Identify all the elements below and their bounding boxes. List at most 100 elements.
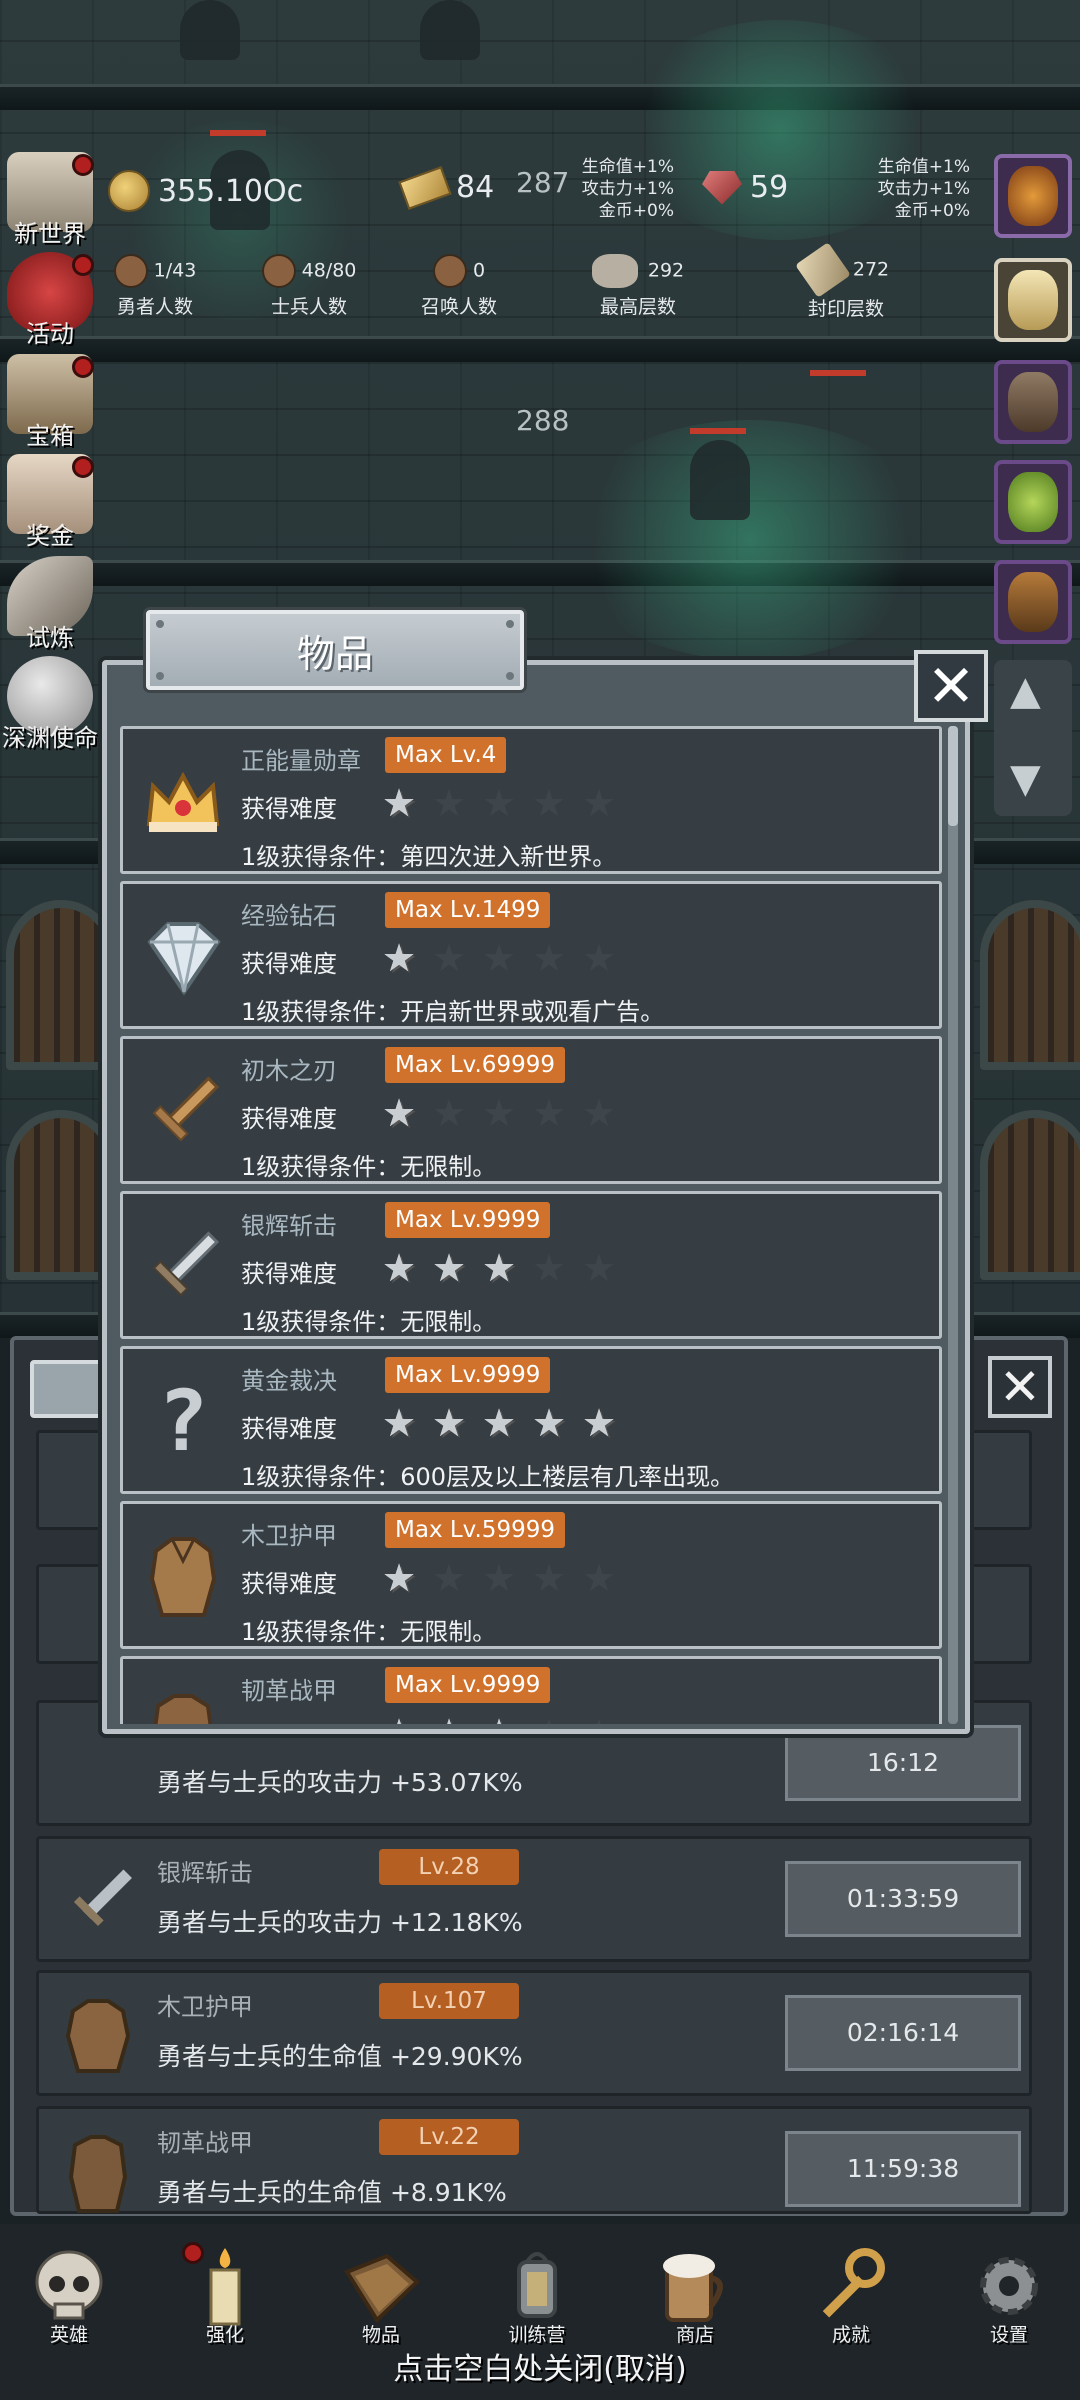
star-filled-icon: ★ — [479, 1713, 519, 1724]
item-card[interactable]: 经验钻石 Max Lv.1499 获得难度 ★ ★ ★ ★ ★ 1级获得条件：开启新世界… — [120, 881, 942, 1029]
key-icon — [807, 2242, 895, 2330]
gear-icon — [965, 2242, 1053, 2330]
item-card[interactable]: 正能量勋章 Max Lv.4 获得难度 ★ ★ ★ ★ ★ 1级获得条件：第四次进入新世… — [120, 726, 942, 874]
buff-slot[interactable] — [994, 258, 1072, 342]
cooldown-timer[interactable]: 01:33:59 — [785, 1861, 1021, 1937]
leather-armor-icon — [53, 2127, 143, 2217]
buff-slot[interactable] — [994, 460, 1072, 544]
modal-scrollbar[interactable] — [948, 726, 958, 1724]
max-level-badge: Max Lv.59999 — [385, 1512, 565, 1548]
bag-icon — [1008, 372, 1058, 432]
side-chest-button[interactable]: 宝箱 — [0, 354, 100, 451]
item-name: 初木之刃 — [241, 1057, 337, 1085]
item-card[interactable]: 银辉斩击 Max Lv.9999 获得难度 ★ ★ ★ ★ ★ 1级获得条件：无限制。 — [120, 1191, 942, 1339]
soldier-avatar-icon — [261, 254, 296, 288]
star-empty-icon: ★ — [531, 1246, 567, 1290]
cooldown-timer[interactable]: 02:16:14 — [785, 1995, 1021, 2071]
buff-slot[interactable] — [994, 154, 1072, 238]
star-filled-icon: ★ — [379, 1713, 419, 1724]
scroll-arrows[interactable]: ▲ ▼ — [994, 660, 1072, 816]
lantern-icon — [1008, 572, 1058, 632]
list-item[interactable]: 韧革战甲 Lv.22 勇者与士兵的生命值 +8.91K% 11:59:38 — [36, 2106, 1032, 2214]
wood-sword-icon — [139, 1063, 227, 1159]
star-empty-icon: ★ — [579, 1713, 619, 1724]
difficulty-label: 获得难度 — [241, 1260, 337, 1288]
wood-armor-icon — [53, 1991, 143, 2081]
side-new-world-button[interactable]: 新世界 — [0, 152, 100, 249]
side-bonus-button[interactable]: 奖金 — [0, 454, 100, 551]
close-hint[interactable]: 点击空白处关闭(取消) — [0, 2344, 1080, 2388]
star-empty-icon: ★ — [531, 936, 567, 980]
chevron-down-icon[interactable]: ▼ — [1010, 756, 1041, 802]
star-filled-icon: ★ — [381, 936, 417, 980]
nav-heroes[interactable]: 英雄 — [14, 2242, 124, 2347]
hero-figure — [180, 0, 240, 60]
star-empty-icon: ★ — [431, 1556, 467, 1600]
item-list[interactable]: 正能量勋章 Max Lv.4 获得难度 ★ ★ ★ ★ ★ 1级获得条件：第四次进入新世… — [120, 726, 942, 1724]
items-panel-close-button[interactable]: ✕ — [988, 1356, 1052, 1418]
notification-dot — [72, 356, 94, 378]
sealed-floor: 272 封印层数 — [776, 242, 916, 321]
bonus-right: 生命值+1% 攻击力+1% 金币+0% — [877, 157, 970, 221]
mug-icon — [651, 2242, 739, 2330]
modal-title-plate: 物品 — [146, 610, 524, 690]
cooldown-timer[interactable]: 11:59:38 — [785, 2131, 1021, 2207]
item-card[interactable]: ? 黄金裁决 Max Lv.9999 获得难度 ★ ★ ★ ★ ★ 1级获得条件：600… — [120, 1346, 942, 1494]
star-filled-icon: ★ — [381, 1556, 417, 1600]
unlock-condition: 1级获得条件：开启新世界或观看广告。 — [241, 998, 665, 1026]
hero-count: 1/43 勇者人数 — [100, 254, 210, 319]
cooldown-timer[interactable]: 16:12 — [785, 1725, 1021, 1801]
modal-title: 物品 — [296, 631, 373, 676]
difficulty-label: 获得难度 — [241, 950, 337, 978]
nav-items[interactable]: 物品 — [326, 2242, 436, 2347]
item-card[interactable]: 初木之刃 Max Lv.69999 获得难度 ★ ★ ★ ★ ★ 1级获得条件：无限制。 — [120, 1036, 942, 1184]
star-empty-icon: ★ — [581, 1246, 617, 1290]
star-filled-icon: ★ — [581, 1401, 617, 1445]
skull-icon — [25, 2242, 113, 2330]
star-empty-icon: ★ — [481, 936, 517, 980]
side-event-button[interactable]: 活动 — [0, 252, 100, 349]
diamond-icon — [139, 908, 227, 1004]
unlock-condition: 1级获得条件：无限制。 — [241, 1153, 497, 1181]
item-card[interactable]: 韧革战甲 Max Lv.9999 获得难度 ★ ★ ★ ★ ★ — [120, 1656, 942, 1724]
star-empty-icon: ★ — [431, 1091, 467, 1135]
book-icon — [337, 2242, 425, 2330]
difficulty-label: 获得难度 — [241, 795, 337, 823]
buff-slot[interactable] — [994, 360, 1072, 444]
unlock-condition: 1级获得条件：无限制。 — [241, 1618, 497, 1646]
star-empty-icon: ★ — [481, 1091, 517, 1135]
notification-dot — [72, 456, 94, 478]
unlock-condition: 1级获得条件：无限制。 — [241, 1308, 497, 1336]
max-level-badge: Max Lv.4 — [385, 737, 507, 773]
side-trial-button[interactable]: 试炼 — [0, 556, 100, 653]
highest-floor: 292 最高层数 — [568, 254, 708, 319]
star-filled-icon: ★ — [431, 1401, 467, 1445]
star-filled-icon: ★ — [381, 781, 417, 825]
notification-dot — [72, 254, 94, 276]
leather-armor-icon — [139, 1683, 227, 1724]
nav-training[interactable]: 训练营 — [482, 2242, 592, 2347]
nav-enhance[interactable]: 强化 — [170, 2242, 280, 2347]
item-card[interactable]: 木卫护甲 Max Lv.59999 获得难度 ★ ★ ★ ★ ★ 1级获得条件：无限制。 — [120, 1501, 942, 1649]
nav-shop[interactable]: 商店 — [640, 2242, 750, 2347]
side-abyss-button[interactable]: 深渊使命 — [0, 656, 100, 753]
list-item[interactable]: 银辉斩击 Lv.28 勇者与士兵的攻击力 +12.18K% 01:33:59 — [36, 1836, 1032, 1962]
modal-close-button[interactable]: ✕ — [914, 650, 988, 722]
notification-dot — [72, 154, 94, 176]
star-filled-icon: ★ — [481, 1246, 517, 1290]
star-empty-icon: ★ — [529, 1713, 569, 1724]
star-empty-icon: ★ — [581, 781, 617, 825]
chevron-up-icon[interactable]: ▲ — [1010, 668, 1041, 714]
max-level-badge: Max Lv.9999 — [385, 1357, 551, 1393]
unlock-condition: 1级获得条件：600层及以上楼层有几率出现。 — [241, 1463, 735, 1491]
list-item[interactable]: 木卫护甲 Lv.107 勇者与士兵的生命值 +29.90K% 02:16:14 — [36, 1970, 1032, 2096]
nav-settings[interactable]: 设置 — [954, 2242, 1064, 2347]
difficulty-label: 获得难度 — [241, 1105, 337, 1133]
coin-icon — [108, 170, 150, 212]
buff-slot[interactable] — [994, 560, 1072, 644]
nav-achievements[interactable]: 成就 — [796, 2242, 906, 2347]
difficulty-stars: ★ ★ ★ ★ ★ — [379, 1558, 619, 1598]
modal-scrollbar-thumb[interactable] — [948, 726, 958, 826]
onion-icon — [1008, 166, 1058, 226]
bonus-left: 生命值+1% 攻击力+1% 金币+0% — [581, 157, 674, 221]
